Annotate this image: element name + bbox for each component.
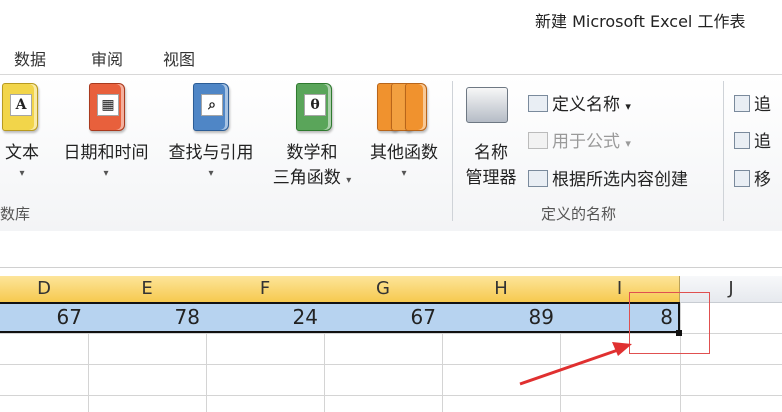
- annotation-arrow: [519, 342, 632, 386]
